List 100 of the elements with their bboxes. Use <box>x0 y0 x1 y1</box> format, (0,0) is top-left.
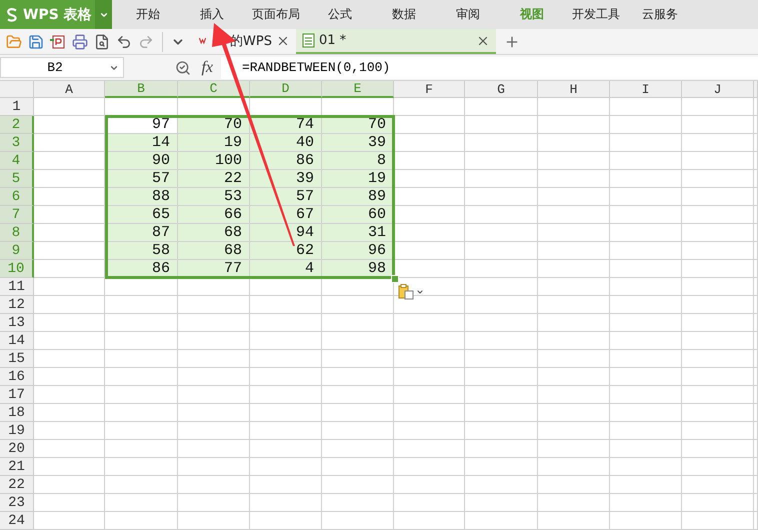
table-cell <box>322 512 394 530</box>
table-cell <box>394 368 465 386</box>
row-header[interactable]: 15 <box>0 350 34 368</box>
row-header[interactable]: 19 <box>0 422 34 440</box>
table-cell <box>178 314 250 332</box>
table-cell <box>682 386 754 404</box>
table-cell <box>394 314 465 332</box>
table-cell: 57 <box>105 170 178 188</box>
table-cell <box>682 242 754 260</box>
menu-tab[interactable]: 审阅 <box>436 0 500 30</box>
table-cell <box>34 134 105 152</box>
table-cell <box>322 440 394 458</box>
menu-tab[interactable]: 插入 <box>180 0 244 30</box>
menu-tab[interactable]: 云服务 <box>628 0 692 30</box>
table-cell <box>178 458 250 476</box>
table-cell <box>178 476 250 494</box>
table-cell <box>610 386 682 404</box>
table-cell <box>250 386 322 404</box>
table-cell <box>394 494 465 512</box>
table-cell <box>394 386 465 404</box>
row-header[interactable]: 12 <box>0 296 34 314</box>
menu-tab[interactable]: 公式 <box>308 0 372 30</box>
table-cell <box>34 116 105 134</box>
new-tab-icon[interactable] <box>504 34 520 50</box>
row-header[interactable]: 11 <box>0 278 34 296</box>
row-header[interactable]: 23 <box>0 494 34 512</box>
table-cell <box>250 494 322 512</box>
table-cell <box>682 350 754 368</box>
column-header[interactable]: J <box>682 81 754 98</box>
row-header[interactable]: 14 <box>0 332 34 350</box>
table-cell <box>682 260 754 278</box>
table-cell <box>250 422 322 440</box>
table-cell <box>250 350 322 368</box>
spreadsheet-icon <box>302 33 315 48</box>
table-cell <box>394 206 465 224</box>
table-cell <box>34 170 105 188</box>
column-header[interactable]: F <box>394 81 465 98</box>
row-header[interactable]: 17 <box>0 386 34 404</box>
row-header[interactable]: 21 <box>0 458 34 476</box>
table-cell <box>682 296 754 314</box>
table-cell <box>538 368 610 386</box>
table-cell <box>682 134 754 152</box>
print-icon[interactable] <box>70 32 89 52</box>
table-cell <box>682 332 754 350</box>
column-header[interactable]: G <box>465 81 538 98</box>
table-cell <box>610 350 682 368</box>
table-cell: 60 <box>322 206 394 224</box>
menu-tab[interactable]: 数据 <box>372 0 436 30</box>
table-cell: 57 <box>250 188 322 206</box>
paste-options-button[interactable] <box>398 284 424 300</box>
function-search-icon[interactable] <box>175 60 192 76</box>
table-cell <box>250 458 322 476</box>
table-cell <box>394 170 465 188</box>
column-header[interactable]: A <box>34 81 105 98</box>
menu-tab[interactable]: 开发工具 <box>564 0 628 30</box>
table-cell <box>610 98 682 116</box>
table-cell <box>250 296 322 314</box>
row-header[interactable]: 20 <box>0 440 34 458</box>
row-header[interactable]: 22 <box>0 476 34 494</box>
insert-function-button[interactable]: fx <box>201 58 213 77</box>
row-header[interactable]: 1 <box>0 98 34 116</box>
table-cell: 40 <box>250 134 322 152</box>
table-cell <box>394 224 465 242</box>
table-cell <box>610 422 682 440</box>
table-cell <box>322 476 394 494</box>
table-cell <box>538 422 610 440</box>
table-cell <box>682 278 754 296</box>
table-cell <box>610 278 682 296</box>
table-cell <box>322 386 394 404</box>
table-cell: 22 <box>178 170 250 188</box>
table-cell <box>394 440 465 458</box>
table-cell <box>538 116 610 134</box>
table-cell <box>34 494 105 512</box>
table-cell <box>34 98 105 116</box>
column-header[interactable]: I <box>610 81 682 98</box>
table-cell <box>250 332 322 350</box>
row-header[interactable]: 13 <box>0 314 34 332</box>
table-cell <box>394 458 465 476</box>
table-cell <box>538 332 610 350</box>
table-cell <box>34 278 105 296</box>
row-header[interactable]: 24 <box>0 512 34 530</box>
table-cell <box>34 314 105 332</box>
table-cell <box>538 476 610 494</box>
table-cell: 62 <box>250 242 322 260</box>
table-cell <box>538 260 610 278</box>
table-cell <box>34 476 105 494</box>
column-header[interactable]: H <box>538 81 610 98</box>
table-cell <box>322 314 394 332</box>
table-cell <box>682 440 754 458</box>
row-header[interactable]: 16 <box>0 368 34 386</box>
table-cell <box>34 152 105 170</box>
formula-field[interactable]: =RANDBETWEEN(0,100) <box>221 56 758 79</box>
fill-handle[interactable] <box>391 275 399 283</box>
app-menu-dropdown[interactable] <box>95 0 112 30</box>
row-header[interactable]: 18 <box>0 404 34 422</box>
table-cell <box>682 116 754 134</box>
document-tab[interactable]: 01 * <box>296 29 496 54</box>
menu-tab[interactable]: 页面布局 <box>244 0 308 30</box>
name-box[interactable]: B2 <box>0 57 124 78</box>
menu-tab[interactable]: 开始 <box>116 0 180 30</box>
